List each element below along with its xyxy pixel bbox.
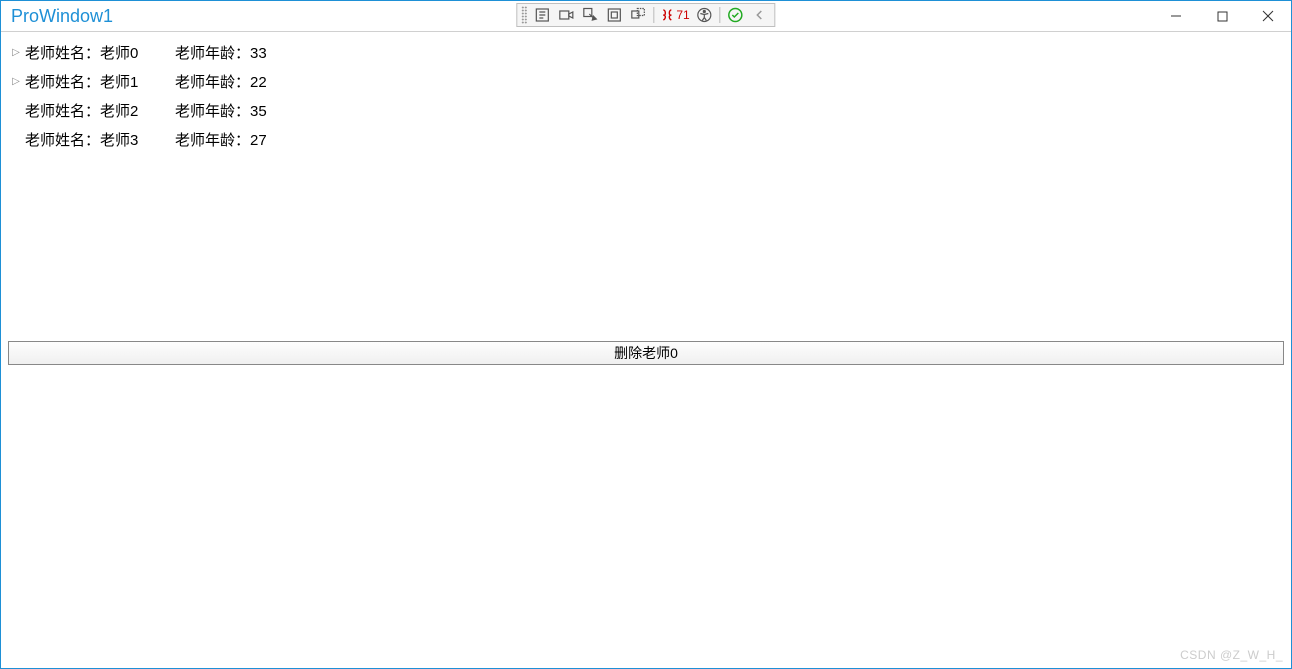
- check-ok-icon[interactable]: [725, 5, 747, 25]
- window-title: ProWindow1: [1, 6, 113, 27]
- expander-icon[interactable]: ▷: [7, 47, 25, 58]
- name-label: 老师姓名：: [25, 45, 100, 62]
- age-value: 22: [250, 74, 267, 91]
- age-value: 27: [250, 132, 267, 149]
- counter-value: 71: [676, 8, 689, 22]
- teacher-name-cell: 老师姓名：老师1: [25, 71, 175, 92]
- minimize-button[interactable]: [1153, 1, 1199, 31]
- drag-grip-icon[interactable]: [521, 6, 527, 24]
- toolbar-separator: [653, 7, 654, 23]
- name-value: 老师0: [100, 45, 138, 62]
- binding-error-counter[interactable]: 71: [658, 8, 691, 22]
- tree-row[interactable]: ▷老师姓名：老师0老师年龄：33: [7, 38, 1285, 67]
- collapse-chevron-icon[interactable]: [749, 5, 771, 25]
- name-label: 老师姓名：: [25, 132, 100, 149]
- age-value: 33: [250, 45, 267, 62]
- layout-bounds-icon[interactable]: [603, 5, 625, 25]
- name-value: 老师3: [100, 132, 138, 149]
- delete-teacher-button[interactable]: 删除老师0: [8, 341, 1284, 365]
- tree-view: ▷老师姓名：老师0老师年龄：33▷老师姓名：老师1老师年龄：22老师姓名：老师2…: [1, 32, 1291, 160]
- teacher-age-cell: 老师年龄：35: [175, 100, 267, 121]
- app-window: ProWindow1 71: [0, 0, 1292, 669]
- accessibility-icon[interactable]: [694, 5, 716, 25]
- age-label: 老师年龄：: [175, 45, 250, 62]
- name-value: 老师1: [100, 74, 138, 91]
- toolbar-separator: [720, 7, 721, 23]
- tree-row[interactable]: 老师姓名：老师2老师年龄：35: [7, 96, 1285, 125]
- window-controls: [1153, 1, 1291, 31]
- age-label: 老师年龄：: [175, 74, 250, 91]
- pointer-select-icon[interactable]: [579, 5, 601, 25]
- teacher-age-cell: 老师年龄：22: [175, 71, 267, 92]
- live-tree-icon[interactable]: [531, 5, 553, 25]
- tree-row[interactable]: 老师姓名：老师3老师年龄：27: [7, 125, 1285, 154]
- expander-icon[interactable]: ▷: [7, 76, 25, 87]
- track-focus-icon[interactable]: [627, 5, 649, 25]
- teacher-age-cell: 老师年龄：27: [175, 129, 267, 150]
- teacher-name-cell: 老师姓名：老师2: [25, 100, 175, 121]
- titlebar: ProWindow1 71: [1, 1, 1291, 32]
- age-label: 老师年龄：: [175, 132, 250, 149]
- name-value: 老师2: [100, 103, 138, 120]
- age-label: 老师年龄：: [175, 103, 250, 120]
- tree-row[interactable]: ▷老师姓名：老师1老师年龄：22: [7, 67, 1285, 96]
- maximize-button[interactable]: [1199, 1, 1245, 31]
- close-button[interactable]: [1245, 1, 1291, 31]
- teacher-name-cell: 老师姓名：老师0: [25, 42, 175, 63]
- teacher-name-cell: 老师姓名：老师3: [25, 129, 175, 150]
- watermark-text: CSDN @Z_W_H_: [1180, 648, 1283, 662]
- teacher-age-cell: 老师年龄：33: [175, 42, 267, 63]
- age-value: 35: [250, 103, 267, 120]
- name-label: 老师姓名：: [25, 103, 100, 120]
- debug-toolbar: 71: [516, 3, 775, 27]
- name-label: 老师姓名：: [25, 74, 100, 91]
- video-icon[interactable]: [555, 5, 577, 25]
